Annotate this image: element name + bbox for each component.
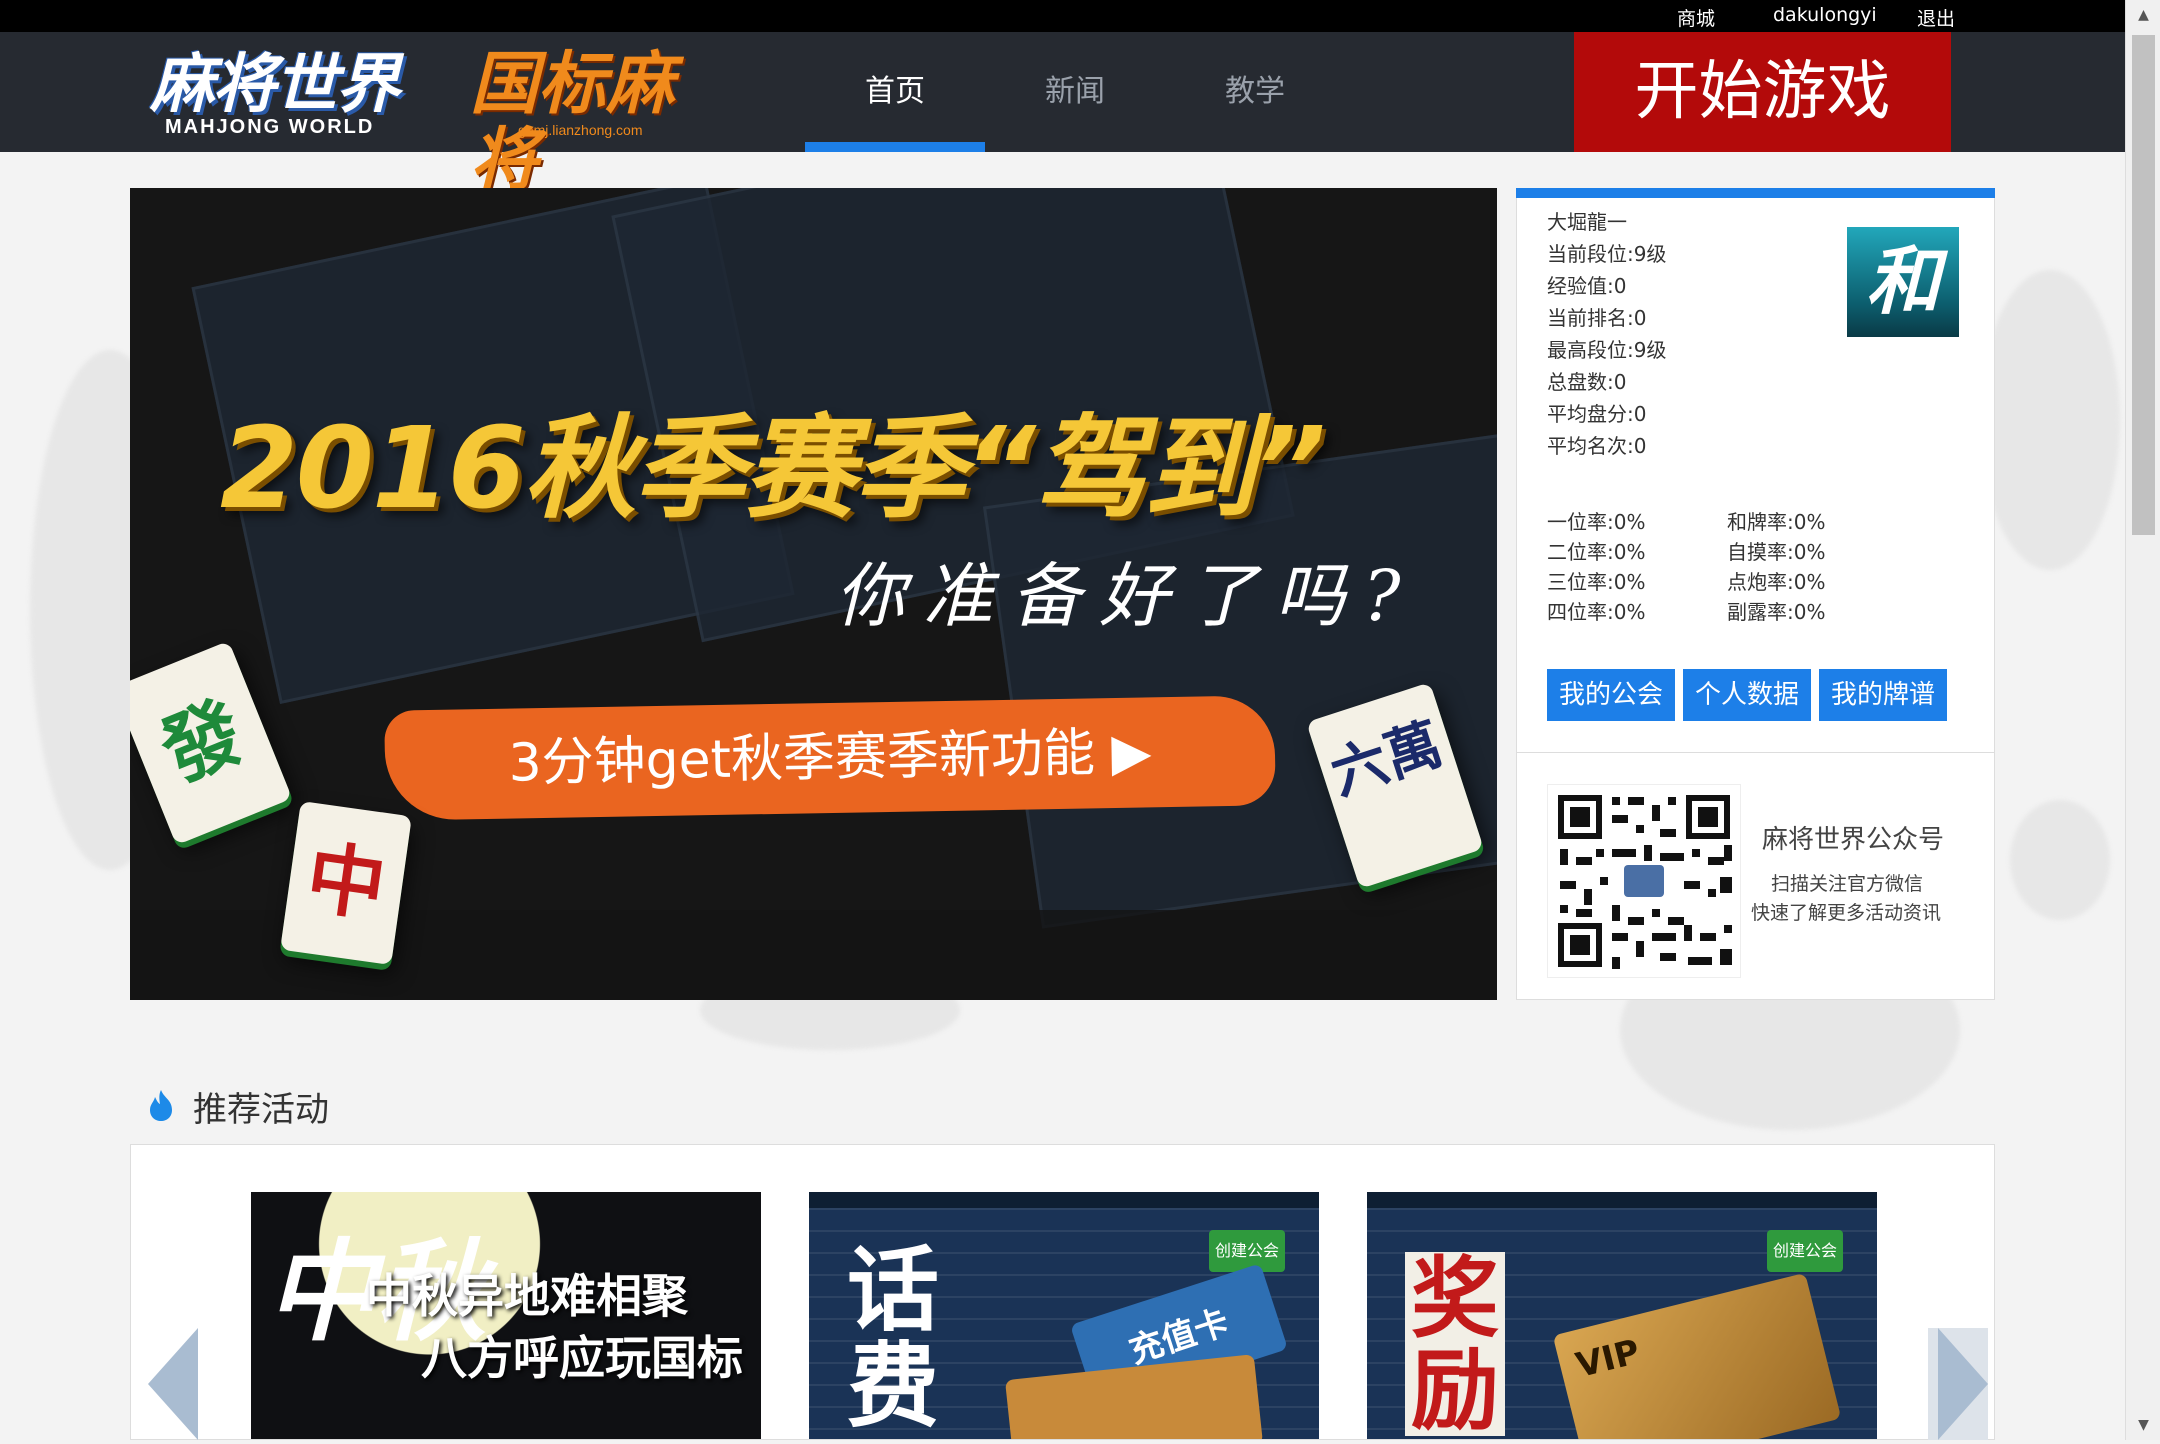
rate-fourth: 四位率:0% bbox=[1547, 600, 1646, 624]
tab-news[interactable]: 新闻 bbox=[985, 32, 1165, 152]
qr-line-1: 扫描关注官方微信 bbox=[1771, 873, 1924, 895]
profile-panel: 大堀龍一 当前段位:9级 经验值:0 当前排名:0 最高段位:9级 总盘数:0 … bbox=[1516, 188, 1995, 1000]
activity-card[interactable]: 创建公会 话费 充值卡 bbox=[809, 1192, 1319, 1440]
header: 麻将世界 MAHJONG WORLD 国标麻将 gbmj.lianzhong.c… bbox=[0, 32, 2125, 198]
stat-current-rank: 当前段位:9级 bbox=[1547, 242, 1667, 266]
username-link[interactable]: dakulongyi bbox=[1773, 4, 1877, 26]
carousel-prev-icon[interactable] bbox=[148, 1328, 208, 1440]
personal-data-button[interactable]: 个人数据 bbox=[1683, 669, 1811, 721]
tile-fa: 發 bbox=[130, 640, 293, 846]
logout-link[interactable]: 退出 bbox=[1917, 4, 1955, 31]
stat-ranking: 当前排名:0 bbox=[1547, 306, 1647, 330]
hero-banner[interactable]: 2016秋季赛季“驾到” 你准备好了吗? 3分钟get秋季赛季新功能 ▶ 發 中… bbox=[130, 188, 1497, 1000]
panel-accent-line bbox=[1516, 188, 1995, 198]
stat-exp: 经验值:0 bbox=[1547, 274, 1627, 298]
top-bar: 商城 dakulongyi 退出 bbox=[0, 0, 2125, 32]
banner-subline: 你准备好了吗? bbox=[835, 555, 1419, 637]
panel-divider bbox=[1517, 752, 1994, 753]
stat-total-games: 总盘数:0 bbox=[1547, 370, 1627, 394]
flame-icon bbox=[146, 1088, 176, 1122]
qr-title: 麻将世界公众号 bbox=[1762, 825, 1945, 855]
activity-card[interactable]: 创建公会 奖励 VIP bbox=[1367, 1192, 1877, 1439]
rate-third: 三位率:0% bbox=[1547, 570, 1646, 594]
rate-second: 二位率:0% bbox=[1547, 540, 1646, 564]
gbmj-logo-url: gbmj.lianzhong.com bbox=[518, 122, 643, 138]
scroll-up-icon[interactable]: ▲ bbox=[2126, 0, 2160, 30]
avatar[interactable]: 和 bbox=[1847, 227, 1959, 337]
scroll-down-icon[interactable]: ▼ bbox=[2126, 1410, 2160, 1440]
banner-cta[interactable]: 3分钟get秋季赛季新功能 ▶ bbox=[384, 695, 1276, 821]
card-big-text: 话费 bbox=[847, 1236, 940, 1440]
rate-deal-in: 点炮率:0% bbox=[1727, 570, 1826, 594]
create-guild-badge: 创建公会 bbox=[1209, 1230, 1285, 1272]
banner-headline: 2016秋季赛季“驾到” bbox=[220, 404, 1326, 534]
qr-code-icon bbox=[1547, 784, 1741, 978]
stat-avg-score: 平均盘分:0 bbox=[1547, 402, 1647, 426]
my-records-button[interactable]: 我的牌谱 bbox=[1819, 669, 1947, 721]
card-big-text: 奖励 bbox=[1405, 1252, 1505, 1436]
my-guild-button[interactable]: 我的公会 bbox=[1547, 669, 1675, 721]
play-arrow-icon: ▶ bbox=[1110, 722, 1152, 784]
banner-cta-label: 3分钟get秋季赛季新功能 bbox=[508, 723, 1096, 794]
logo-title: 麻将世界 bbox=[150, 47, 400, 122]
card-line-2: 八方呼应玩国标 bbox=[421, 1331, 743, 1385]
stat-avg-place: 平均名次:0 bbox=[1547, 434, 1647, 458]
rate-win: 和牌率:0% bbox=[1727, 510, 1826, 534]
tab-home[interactable]: 首页 bbox=[805, 32, 985, 152]
activities-carousel: 中秋 中秋异地难相聚 八方呼应玩国标 创建公会 话费 充值卡 创建公会 奖励 V… bbox=[130, 1144, 1995, 1440]
carousel-next-icon[interactable] bbox=[1928, 1328, 1988, 1440]
qr-line-2: 快速了解更多活动资讯 bbox=[1751, 902, 1942, 924]
rate-first: 一位率:0% bbox=[1547, 510, 1646, 534]
mahjong-world-logo[interactable]: 麻将世界 MAHJONG WORLD bbox=[150, 50, 405, 145]
gbmj-logo[interactable]: 国标麻将 gbmj.lianzhong.com bbox=[470, 46, 715, 198]
shop-link[interactable]: 商城 bbox=[1677, 4, 1715, 31]
rate-meld: 副露率:0% bbox=[1727, 600, 1826, 624]
section-title: 推荐活动 bbox=[193, 1090, 329, 1130]
tile-zhong: 中 bbox=[280, 800, 412, 966]
rate-tsumo: 自摸率:0% bbox=[1727, 540, 1826, 564]
scroll-thumb[interactable] bbox=[2132, 35, 2155, 535]
activity-card[interactable]: 中秋 中秋异地难相聚 八方呼应玩国标 bbox=[251, 1192, 761, 1439]
create-guild-badge: 创建公会 bbox=[1767, 1230, 1843, 1272]
card-line-1: 中秋异地难相聚 bbox=[366, 1269, 688, 1323]
logo-subtitle: MAHJONG WORLD bbox=[165, 116, 375, 138]
stat-highest-rank: 最高段位:9级 bbox=[1547, 338, 1667, 362]
player-name: 大堀龍一 bbox=[1547, 210, 1627, 234]
page-scrollbar[interactable]: ▲ ▼ bbox=[2125, 0, 2160, 1440]
tab-tutorial[interactable]: 教学 bbox=[1165, 32, 1345, 152]
start-game-button[interactable]: 开始游戏 bbox=[1574, 32, 1951, 152]
